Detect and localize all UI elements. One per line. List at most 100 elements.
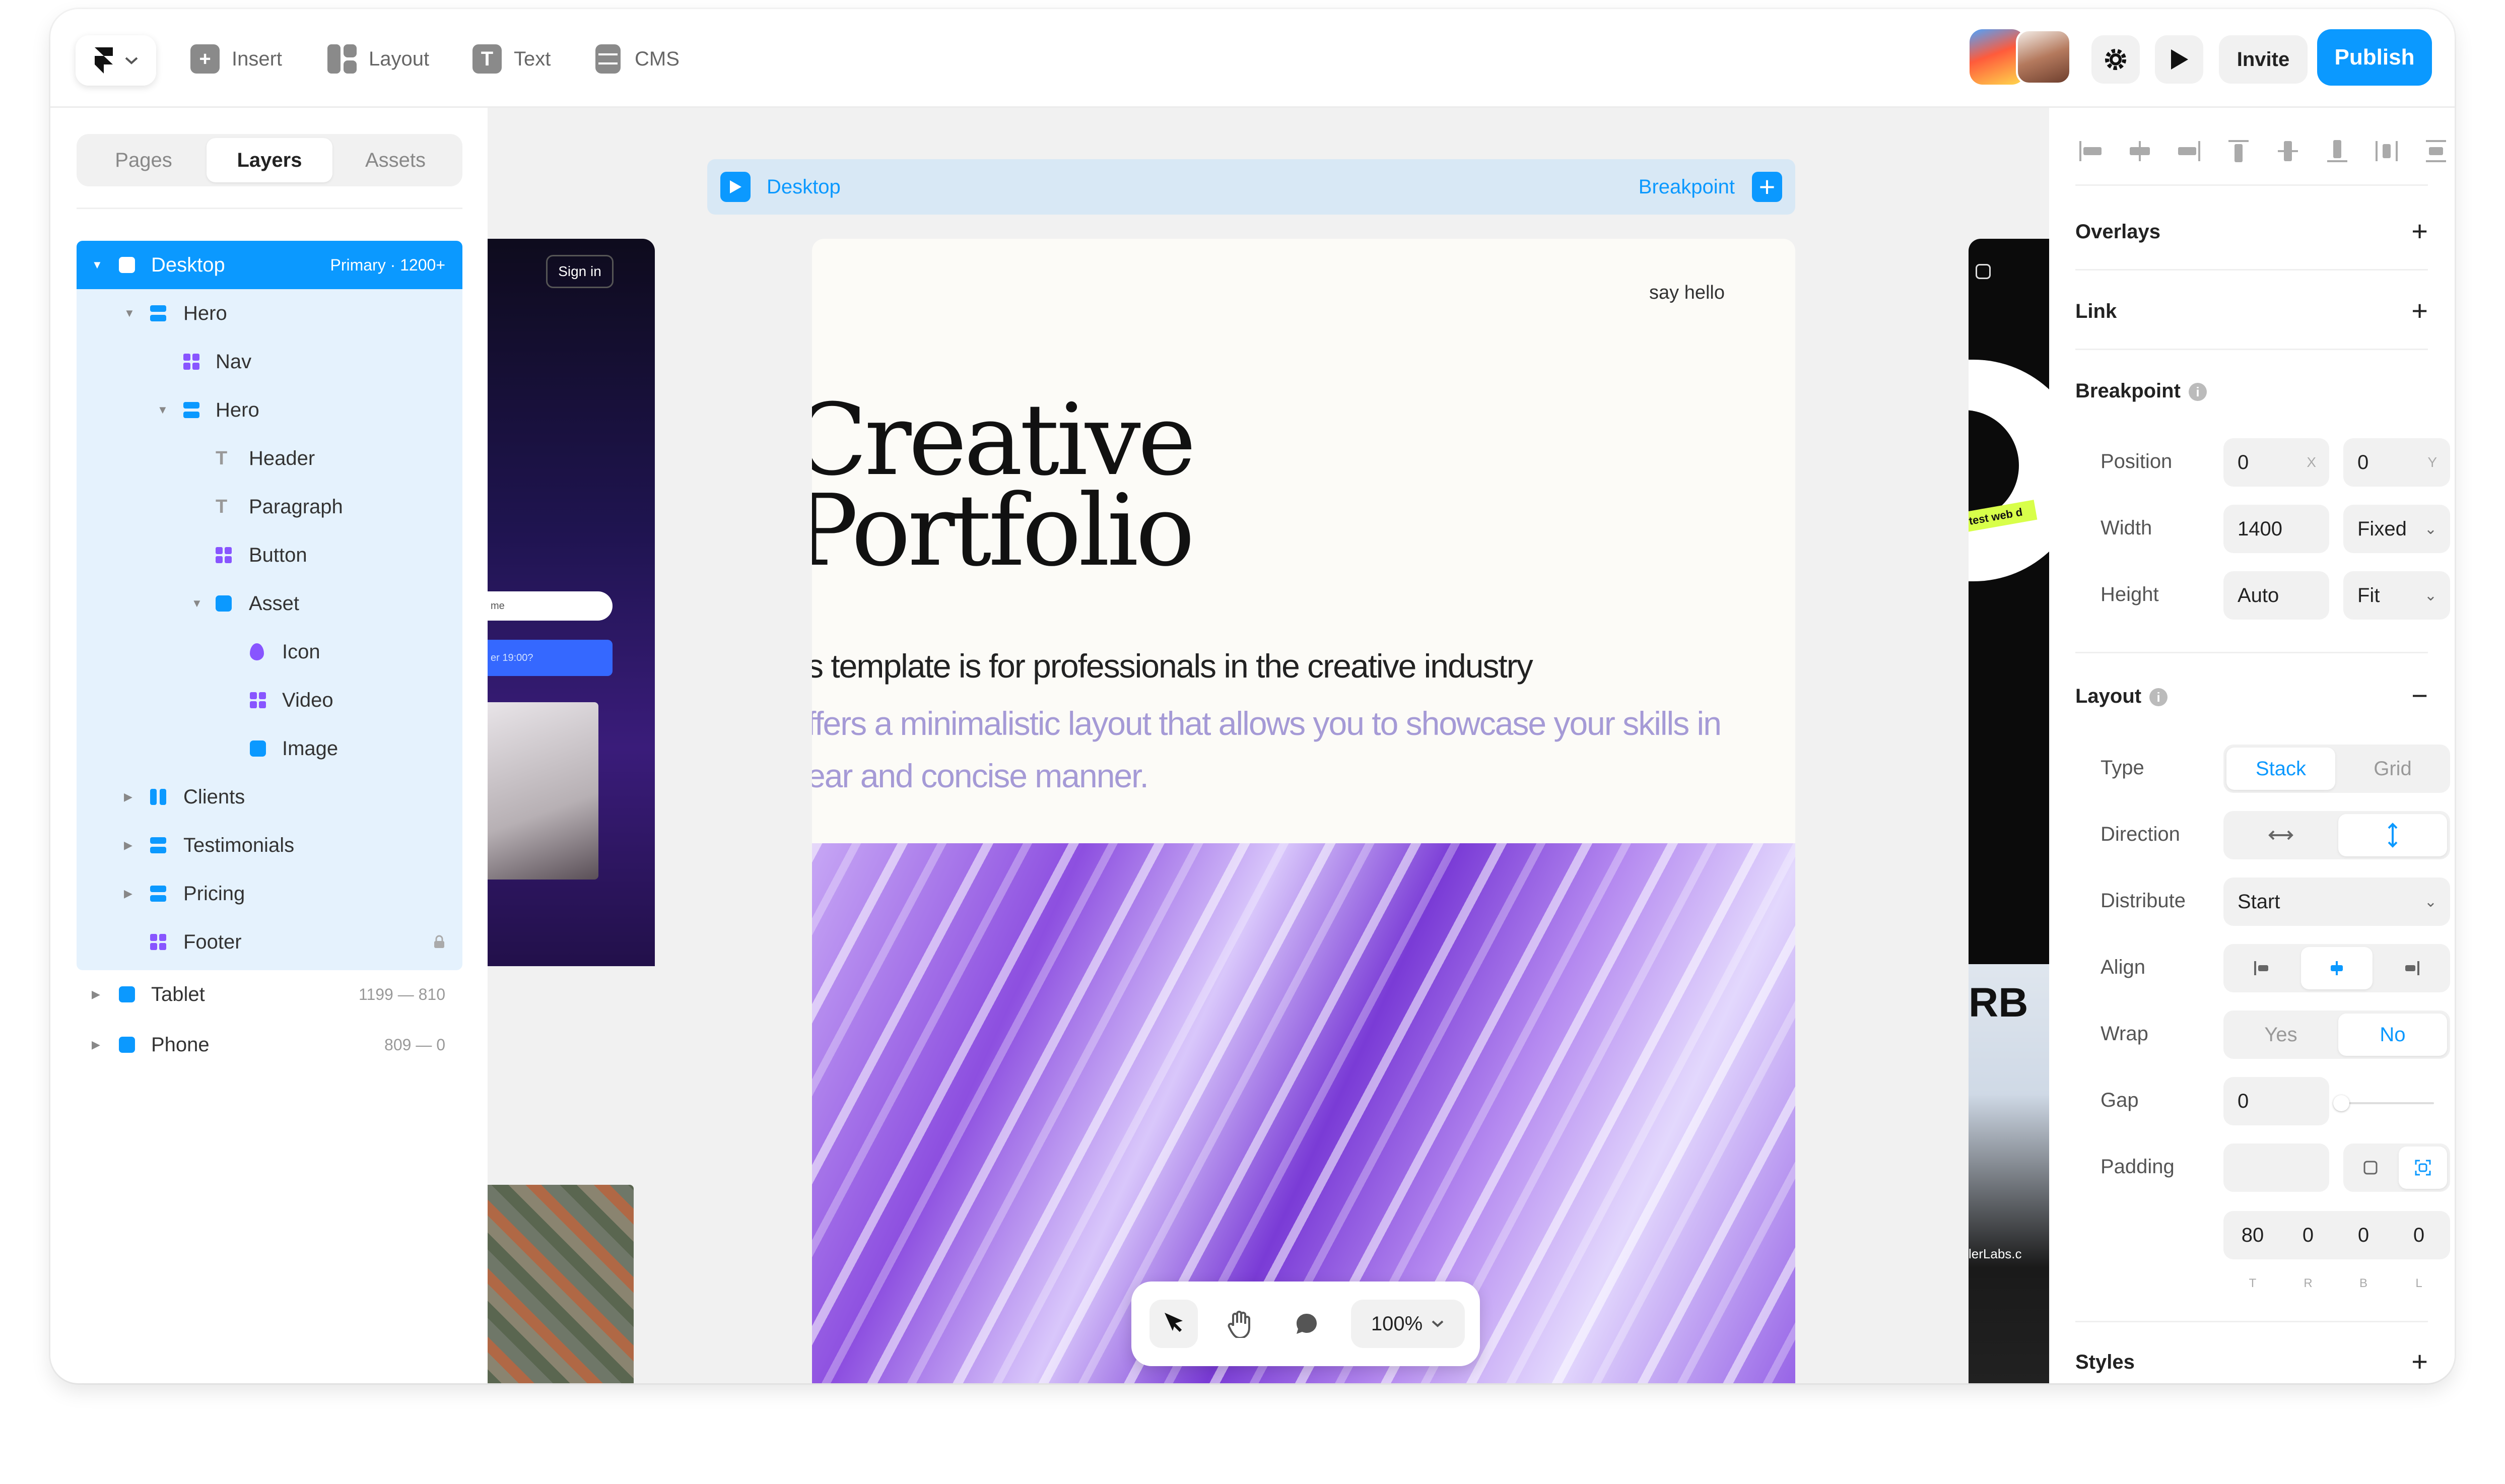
width-mode-select[interactable]: Fixed ⌄ [2343, 505, 2450, 553]
layer-row-paragraph[interactable]: T Paragraph [77, 483, 462, 531]
add-link-icon[interactable]: + [2411, 294, 2428, 327]
layer-row-nav[interactable]: Nav [77, 338, 462, 386]
hand-tool-button[interactable] [1216, 1300, 1264, 1348]
collapse-layout-icon[interactable]: − [2411, 679, 2428, 712]
height-mode-select[interactable]: Fit ⌄ [2343, 571, 2450, 620]
layer-row-hero-inner[interactable]: ▼ Hero [77, 386, 462, 434]
layer-row-icon[interactable]: Icon [77, 628, 462, 676]
width-field[interactable]: 1400 [2223, 505, 2329, 553]
expand-arrow-icon[interactable]: ▼ [92, 258, 103, 272]
expand-arrow-icon[interactable]: ▼ [191, 597, 202, 610]
height-field[interactable]: Auto [2223, 571, 2329, 620]
direction-horizontal[interactable] [2226, 814, 2335, 856]
align-center[interactable] [2301, 947, 2373, 989]
padding-uniform[interactable] [2346, 1146, 2395, 1189]
breakpoint-frame-label[interactable]: Desktop [767, 176, 841, 198]
padding-bottom-field[interactable]: 0 [2337, 1214, 2390, 1256]
layer-row-clients[interactable]: ▶ Clients [77, 773, 462, 821]
layer-row-asset[interactable]: ▼ Asset [77, 579, 462, 628]
publish-button[interactable]: Publish [2317, 29, 2432, 86]
link-section[interactable]: Link + [2075, 295, 2428, 326]
layer-row-header[interactable]: T Header [77, 434, 462, 483]
distribute-horizontal-icon[interactable] [2372, 136, 2402, 166]
layer-row-desktop[interactable]: ▼ Desktop Primary · 1200+ [77, 241, 462, 289]
gap-slider[interactable] [2333, 1095, 2434, 1111]
lock-icon[interactable] [433, 935, 445, 949]
distribute-select[interactable]: Start ⌄ [2223, 878, 2450, 926]
overlays-section[interactable]: Overlays + [2075, 215, 2428, 247]
tab-pages[interactable]: Pages [81, 138, 207, 182]
padding-field[interactable] [2223, 1143, 2329, 1192]
insert-menu[interactable]: + Insert [190, 44, 282, 74]
layer-row-testimonials[interactable]: ▶ Testimonials [77, 821, 462, 869]
invite-button[interactable]: Invite [2219, 35, 2308, 84]
settings-button[interactable] [2091, 35, 2140, 84]
distribute-vertical-icon[interactable] [2421, 136, 2451, 166]
layer-row-hero[interactable]: ▼ Hero [77, 289, 462, 338]
avatar[interactable] [2016, 29, 2071, 85]
layer-row-phone[interactable]: ▶ Phone 809 — 0 [77, 1021, 462, 1069]
tab-assets[interactable]: Assets [332, 138, 458, 182]
design-canvas[interactable]: Sign in me er 19:00? Desktop Breakpoint … [488, 108, 2049, 1383]
align-left-icon[interactable] [2075, 136, 2106, 166]
gap-field[interactable]: 0 [2223, 1077, 2329, 1125]
layout-type-grid[interactable]: Grid [2338, 748, 2447, 790]
layer-row-tablet[interactable]: ▶ Tablet 1199 — 810 [77, 970, 462, 1019]
align-right-icon[interactable] [2174, 136, 2204, 166]
align-bottom-icon[interactable] [2322, 136, 2352, 166]
layer-row-pricing[interactable]: ▶ Pricing [77, 869, 462, 918]
info-icon[interactable]: i [2149, 688, 2168, 707]
text-menu[interactable]: T Text [472, 44, 551, 74]
zoom-dropdown[interactable]: 100% [1351, 1300, 1465, 1348]
position-x-field[interactable]: 0 X [2223, 438, 2329, 487]
sign-in-button-preview: Sign in [546, 255, 614, 288]
add-style-icon[interactable]: + [2411, 1345, 2428, 1378]
expand-arrow-icon[interactable]: ▶ [92, 1038, 100, 1051]
layout-section-header[interactable]: Layout i − [2075, 680, 2428, 711]
layer-row-image[interactable]: Image [77, 724, 462, 773]
desktop-frame[interactable]: say hello Creative Portfolio s template … [812, 239, 1795, 1383]
wrap-no[interactable]: No [2338, 1014, 2447, 1056]
direction-vertical[interactable] [2338, 814, 2447, 856]
preview-button[interactable] [2155, 35, 2203, 84]
info-icon[interactable]: i [2188, 383, 2207, 401]
comment-tool-button[interactable] [1282, 1300, 1331, 1348]
dark-preview-frame[interactable]: Sign in me er 19:00? [488, 239, 655, 966]
padding-right-field[interactable]: 0 [2282, 1214, 2334, 1256]
wrap-yes[interactable]: Yes [2226, 1014, 2335, 1056]
layer-row-button[interactable]: Button [77, 531, 462, 579]
properties-panel: Overlays + Link + Breakpoint i Position 0… [2049, 108, 2455, 1383]
framer-menu-button[interactable] [76, 35, 156, 86]
align-end[interactable] [2376, 947, 2447, 989]
collaborator-avatars[interactable] [1970, 29, 2071, 85]
layer-row-footer[interactable]: Footer [77, 918, 462, 966]
align-center-vertical-icon[interactable] [2273, 136, 2303, 166]
position-y-field[interactable]: 0 Y [2343, 438, 2450, 487]
add-overlay-icon[interactable]: + [2411, 215, 2428, 247]
layer-row-video[interactable]: Video [77, 676, 462, 724]
add-breakpoint-button[interactable]: + [1752, 172, 1782, 202]
padding-left-field[interactable]: 0 [2393, 1214, 2445, 1256]
align-center-horizontal-icon[interactable] [2125, 136, 2155, 166]
select-tool-button[interactable] [1149, 1300, 1198, 1348]
distribute-label: Distribute [2101, 890, 2186, 912]
styles-section[interactable]: Styles + [2075, 1345, 2428, 1377]
expand-arrow-icon[interactable]: ▶ [124, 839, 132, 852]
gap-slider-knob[interactable] [2333, 1095, 2349, 1111]
expand-arrow-icon[interactable]: ▼ [124, 307, 135, 320]
layout-menu[interactable]: Layout [327, 44, 429, 74]
tab-layers[interactable]: Layers [207, 138, 332, 182]
padding-individual[interactable] [2399, 1146, 2447, 1189]
play-icon[interactable] [720, 172, 751, 202]
expand-arrow-icon[interactable]: ▶ [124, 887, 132, 900]
expand-arrow-icon[interactable]: ▶ [92, 988, 100, 1001]
expand-arrow-icon[interactable]: ▼ [157, 403, 168, 417]
align-start[interactable] [2226, 947, 2298, 989]
tablet-preview-frame[interactable]: test web d RB lerLabs.c [1969, 239, 2049, 1383]
align-top-icon[interactable] [2223, 136, 2254, 166]
add-breakpoint-label[interactable]: Breakpoint [1639, 176, 1735, 198]
cms-menu[interactable]: CMS [593, 44, 680, 74]
padding-top-field[interactable]: 80 [2226, 1214, 2279, 1256]
layout-type-stack[interactable]: Stack [2226, 748, 2335, 790]
expand-arrow-icon[interactable]: ▶ [124, 790, 132, 803]
